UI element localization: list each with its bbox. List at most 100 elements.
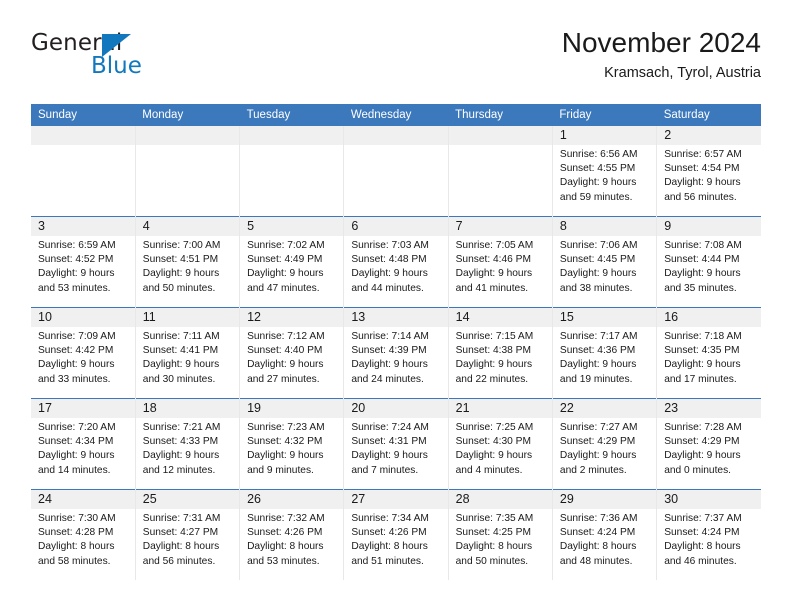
day-number: 27 [344, 490, 448, 509]
calendar-day-cell[interactable]: 15 Sunrise: 7:17 AM Sunset: 4:36 PM Dayli… [552, 307, 658, 399]
calendar-day-cell[interactable]: 3 Sunrise: 6:59 AM Sunset: 4:52 PM Daylig… [31, 216, 136, 308]
day-sun-details: Sunrise: 7:34 AM Sunset: 4:26 PM Dayligh… [351, 513, 429, 567]
day-cell-inner: 29 Sunrise: 7:36 AM Sunset: 4:24 PM Dayli… [552, 490, 657, 580]
calendar-day-cell[interactable]: 8 Sunrise: 7:06 AM Sunset: 4:45 PM Daylig… [552, 216, 658, 308]
calendar-day-cell[interactable]: 27 Sunrise: 7:34 AM Sunset: 4:26 PM Dayli… [343, 489, 449, 580]
calendar-day-cell[interactable]: 10 Sunrise: 7:09 AM Sunset: 4:42 PM Dayli… [31, 307, 136, 399]
calendar-day-cell[interactable]: 13 Sunrise: 7:14 AM Sunset: 4:39 PM Dayli… [343, 307, 449, 399]
day-number: 3 [31, 217, 135, 236]
calendar-day-cell[interactable]: 4 Sunrise: 7:00 AM Sunset: 4:51 PM Daylig… [135, 216, 241, 308]
calendar-day-cell[interactable]: 18 Sunrise: 7:21 AM Sunset: 4:33 PM Dayli… [135, 398, 241, 490]
day-sun-details: Sunrise: 7:14 AM Sunset: 4:39 PM Dayligh… [351, 331, 429, 385]
day-sun-details [344, 145, 447, 148]
day-number: 17 [31, 399, 135, 418]
day-sun-details: Sunrise: 7:35 AM Sunset: 4:25 PM Dayligh… [455, 513, 534, 567]
day-cell-inner: 7 Sunrise: 7:05 AM Sunset: 4:46 PM Daylig… [448, 217, 552, 307]
calendar-day-cell[interactable]: 29 Sunrise: 7:36 AM Sunset: 4:24 PM Dayli… [552, 489, 658, 580]
calendar-day-cell[interactable]: 9 Sunrise: 7:08 AM Sunset: 4:44 PM Daylig… [656, 216, 761, 308]
day-number: 2 [657, 126, 761, 145]
day-number: 14 [448, 308, 552, 327]
day-cell-inner: 6 Sunrise: 7:03 AM Sunset: 4:48 PM Daylig… [344, 217, 448, 307]
calendar-day-cell[interactable]: 12 Sunrise: 7:12 AM Sunset: 4:40 PM Dayli… [239, 307, 345, 399]
calendar-week-row: 24 Sunrise: 7:30 AM Sunset: 4:28 PM Dayli… [31, 489, 761, 580]
calendar-body: 1 Sunrise: 6:56 AM Sunset: 4:55 PM Daylig… [31, 126, 761, 580]
day-number: 30 [657, 490, 761, 509]
day-cell-inner [240, 126, 344, 216]
general-blue-logo[interactable]: General Blue [31, 30, 251, 86]
calendar-day-cell[interactable]: 24 Sunrise: 7:30 AM Sunset: 4:28 PM Dayli… [31, 489, 136, 580]
day-sun-details: Sunrise: 7:03 AM Sunset: 4:48 PM Dayligh… [351, 240, 429, 294]
day-sun-details [136, 145, 239, 148]
calendar-day-cell[interactable]: 26 Sunrise: 7:32 AM Sunset: 4:26 PM Dayli… [239, 489, 345, 580]
weekday-header-friday: Friday [552, 104, 657, 126]
day-sun-details: Sunrise: 7:37 AM Sunset: 4:24 PM Dayligh… [664, 513, 742, 567]
day-sun-details: Sunrise: 7:15 AM Sunset: 4:38 PM Dayligh… [455, 331, 534, 385]
location-subtitle: Kramsach, Tyrol, Austria [604, 65, 761, 81]
day-cell-inner: 12 Sunrise: 7:12 AM Sunset: 4:40 PM Dayli… [240, 308, 344, 398]
day-sun-details: Sunrise: 7:20 AM Sunset: 4:34 PM Dayligh… [38, 422, 116, 476]
weekday-header-wednesday: Wednesday [343, 104, 449, 126]
day-sun-details: Sunrise: 7:09 AM Sunset: 4:42 PM Dayligh… [38, 331, 116, 385]
sunrise-sunset-calendar: Sunday Monday Tuesday Wednesday Thursday… [31, 104, 761, 580]
day-number: 29 [552, 490, 657, 509]
day-number: 21 [448, 399, 552, 418]
calendar-day-cell[interactable]: 21 Sunrise: 7:25 AM Sunset: 4:30 PM Dayli… [448, 398, 553, 490]
day-cell-inner: 11 Sunrise: 7:11 AM Sunset: 4:41 PM Dayli… [135, 308, 240, 398]
calendar-day-cell[interactable]: 19 Sunrise: 7:23 AM Sunset: 4:32 PM Dayli… [239, 398, 345, 490]
calendar-empty-cell [135, 126, 241, 217]
calendar-day-cell[interactable]: 25 Sunrise: 7:31 AM Sunset: 4:27 PM Dayli… [135, 489, 241, 580]
calendar-day-cell[interactable]: 5 Sunrise: 7:02 AM Sunset: 4:49 PM Daylig… [239, 216, 345, 308]
day-number: 11 [135, 308, 240, 327]
day-number [240, 126, 344, 145]
day-number: 9 [657, 217, 761, 236]
day-sun-details [240, 145, 343, 148]
calendar-day-cell[interactable]: 16 Sunrise: 7:18 AM Sunset: 4:35 PM Dayli… [656, 307, 761, 399]
day-sun-details: Sunrise: 7:27 AM Sunset: 4:29 PM Dayligh… [559, 422, 638, 476]
day-cell-inner: 27 Sunrise: 7:34 AM Sunset: 4:26 PM Dayli… [344, 490, 448, 580]
day-sun-details: Sunrise: 7:36 AM Sunset: 4:24 PM Dayligh… [559, 513, 638, 567]
day-cell-inner: 5 Sunrise: 7:02 AM Sunset: 4:49 PM Daylig… [240, 217, 344, 307]
day-sun-details: Sunrise: 6:59 AM Sunset: 4:52 PM Dayligh… [38, 240, 116, 294]
day-number [344, 126, 448, 145]
calendar-day-cell[interactable]: 7 Sunrise: 7:05 AM Sunset: 4:46 PM Daylig… [448, 216, 553, 308]
calendar-day-cell[interactable]: 17 Sunrise: 7:20 AM Sunset: 4:34 PM Dayli… [31, 398, 136, 490]
day-sun-details: Sunrise: 7:00 AM Sunset: 4:51 PM Dayligh… [142, 240, 221, 294]
calendar-day-cell[interactable]: 2 Sunrise: 6:57 AM Sunset: 4:54 PM Daylig… [656, 126, 761, 217]
calendar-day-cell[interactable]: 30 Sunrise: 7:37 AM Sunset: 4:24 PM Dayli… [656, 489, 761, 580]
day-sun-details: Sunrise: 7:30 AM Sunset: 4:28 PM Dayligh… [38, 513, 116, 567]
day-cell-inner: 25 Sunrise: 7:31 AM Sunset: 4:27 PM Dayli… [135, 490, 240, 580]
day-number: 6 [344, 217, 448, 236]
day-cell-inner: 15 Sunrise: 7:17 AM Sunset: 4:36 PM Dayli… [552, 308, 657, 398]
day-number: 13 [344, 308, 448, 327]
day-sun-details [449, 145, 552, 148]
day-number: 15 [552, 308, 657, 327]
day-number: 16 [657, 308, 761, 327]
calendar-day-cell[interactable]: 6 Sunrise: 7:03 AM Sunset: 4:48 PM Daylig… [343, 216, 449, 308]
day-number: 1 [552, 126, 657, 145]
day-number: 8 [552, 217, 657, 236]
calendar-day-cell[interactable]: 23 Sunrise: 7:28 AM Sunset: 4:29 PM Dayli… [656, 398, 761, 490]
day-sun-details: Sunrise: 7:25 AM Sunset: 4:30 PM Dayligh… [455, 422, 534, 476]
day-cell-inner: 18 Sunrise: 7:21 AM Sunset: 4:33 PM Dayli… [135, 399, 240, 489]
calendar-day-cell[interactable]: 11 Sunrise: 7:11 AM Sunset: 4:41 PM Dayli… [135, 307, 241, 399]
day-sun-details: Sunrise: 7:08 AM Sunset: 4:44 PM Dayligh… [664, 240, 742, 294]
weekday-header-saturday: Saturday [656, 104, 761, 126]
calendar-day-cell[interactable]: 14 Sunrise: 7:15 AM Sunset: 4:38 PM Dayli… [448, 307, 553, 399]
day-sun-details: Sunrise: 7:12 AM Sunset: 4:40 PM Dayligh… [247, 331, 325, 385]
day-number: 12 [240, 308, 344, 327]
calendar-day-cell[interactable]: 28 Sunrise: 7:35 AM Sunset: 4:25 PM Dayli… [448, 489, 553, 580]
day-cell-inner: 30 Sunrise: 7:37 AM Sunset: 4:24 PM Dayli… [657, 490, 761, 580]
calendar-day-cell[interactable]: 1 Sunrise: 6:56 AM Sunset: 4:55 PM Daylig… [552, 126, 658, 217]
calendar-day-cell[interactable]: 20 Sunrise: 7:24 AM Sunset: 4:31 PM Dayli… [343, 398, 449, 490]
day-number: 28 [448, 490, 552, 509]
calendar-empty-cell [239, 126, 345, 217]
day-cell-inner: 2 Sunrise: 6:57 AM Sunset: 4:54 PM Daylig… [657, 126, 761, 216]
day-cell-inner: 26 Sunrise: 7:32 AM Sunset: 4:26 PM Dayli… [240, 490, 344, 580]
day-number: 22 [552, 399, 657, 418]
calendar-week-row: 3 Sunrise: 6:59 AM Sunset: 4:52 PM Daylig… [31, 216, 761, 308]
day-number: 25 [135, 490, 240, 509]
day-cell-inner: 3 Sunrise: 6:59 AM Sunset: 4:52 PM Daylig… [31, 217, 135, 307]
calendar-day-cell[interactable]: 22 Sunrise: 7:27 AM Sunset: 4:29 PM Dayli… [552, 398, 658, 490]
day-cell-inner: 24 Sunrise: 7:30 AM Sunset: 4:28 PM Dayli… [31, 490, 135, 580]
day-sun-details: Sunrise: 7:02 AM Sunset: 4:49 PM Dayligh… [247, 240, 325, 294]
